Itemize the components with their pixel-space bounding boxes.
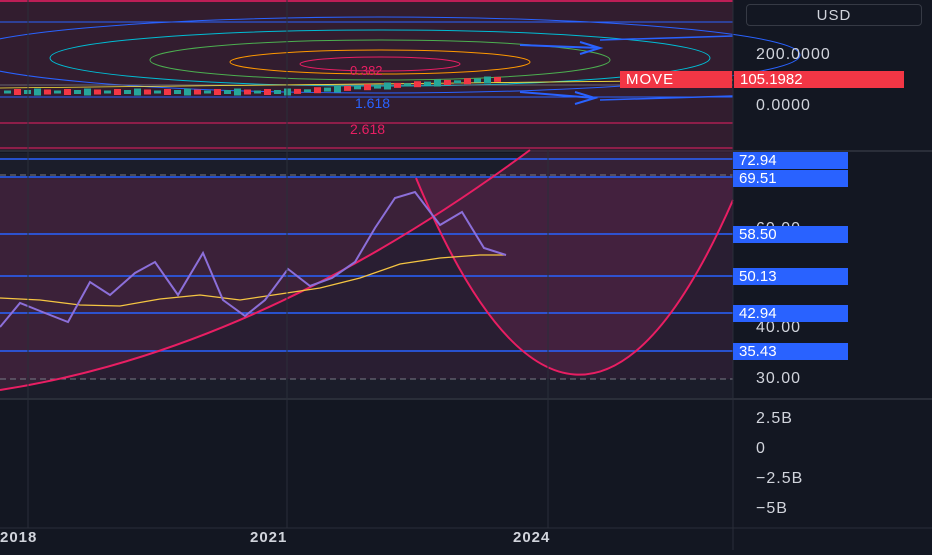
currency-button[interactable]: USD [746,4,922,26]
candle [124,90,131,94]
candle [174,90,181,94]
candle [434,79,441,87]
candle [44,89,51,95]
rsi-level-tag: 50.13 [733,268,848,285]
candle [244,89,251,95]
price-axis-label: 200.0000 [756,46,831,63]
candle [494,76,501,82]
volume-axis-label: −5B [756,500,788,517]
candle [384,82,391,90]
candle [94,89,101,95]
volume-pane[interactable] [0,401,733,528]
rsi-level-tag: 58.50 [733,226,848,243]
candle [34,88,41,96]
rsi-level-tag: 35.43 [733,343,848,360]
candle [324,87,331,92]
volume-axis-label: 0 [756,440,766,457]
volume-axis-label: −2.5B [756,470,804,487]
fib-label-2618: 2.618 [350,121,385,137]
candle [214,89,221,95]
candle [54,90,61,94]
candle [354,86,361,90]
candle [254,90,261,94]
time-scale[interactable] [0,528,932,550]
time-axis-label: 2021 [250,529,288,546]
rsi-level-tag: 69.51 [733,170,848,187]
candle [464,78,471,85]
candle [64,89,71,95]
candle [404,83,411,87]
candle [234,88,241,96]
candle [294,88,301,94]
candle [154,90,161,94]
candle [224,90,231,94]
candle [364,84,371,91]
candle [394,82,401,88]
candle [424,81,431,86]
last-price-tag: 105.1982 [734,71,904,88]
candle [304,89,311,93]
volume-axis-label: 2.5B [756,410,793,427]
rsi-level-tag: 72.94 [733,152,848,169]
rsi-pane[interactable] [0,149,734,398]
candle [314,87,321,94]
candle [114,89,121,95]
candle [14,89,21,95]
candle [264,89,271,95]
candle [204,90,211,94]
candle [84,88,91,96]
candle [134,88,141,96]
candle [74,90,81,94]
candle [334,85,341,93]
candle [4,90,11,94]
candle [344,85,351,91]
candle [164,89,171,95]
candle [274,90,281,94]
candle [414,81,421,88]
time-axis-label: 2024 [513,529,551,546]
candle [484,76,491,84]
rsi-axis-label: 30.00 [756,370,802,387]
candle [194,89,201,95]
rsi-level-tag: 42.94 [733,305,848,322]
candle [474,78,481,83]
time-axis-label: 2018 [0,529,38,546]
fib-label-0382: 0.382 [350,63,383,78]
candle [374,84,381,89]
candle [144,89,151,95]
price-axis-label: 0.0000 [756,97,811,114]
candle [454,80,461,84]
symbol-tag: MOVE [620,71,732,88]
candle [444,79,451,85]
candle [104,90,111,94]
fib-label-1618: 1.618 [355,95,390,111]
candle [184,88,191,96]
